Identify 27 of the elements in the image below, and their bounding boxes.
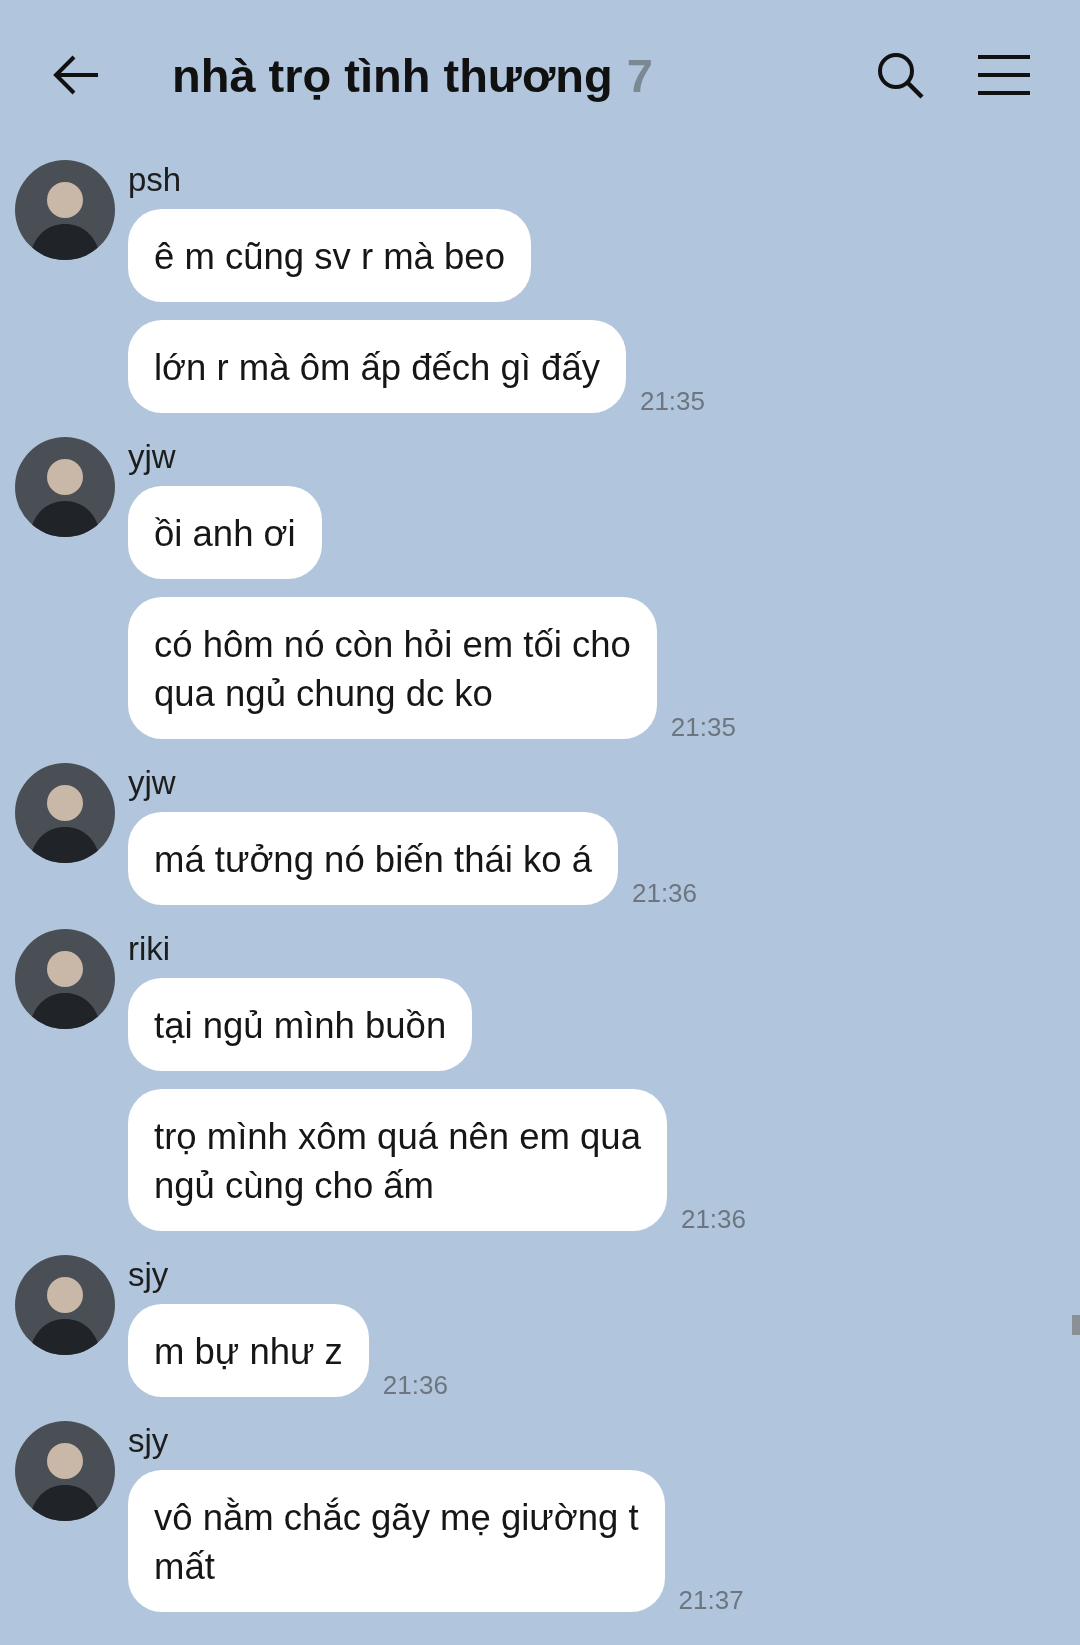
sender-name: psh — [128, 161, 183, 199]
timestamp: 21:35 — [639, 386, 705, 417]
menu-icon[interactable] — [978, 54, 1030, 96]
message-bubble: m bự như z — [128, 1304, 369, 1397]
message-bubble: má tưởng nó biến thái ko á — [128, 812, 618, 905]
member-count: 7 — [626, 47, 653, 103]
sender-name: sjy — [128, 1256, 170, 1294]
message-bubble: ồi anh ơi — [128, 486, 322, 579]
back-icon[interactable] — [52, 55, 100, 95]
timestamp: 21:37 — [678, 1585, 744, 1616]
message-bubble: lớn r mà ôm ấp đếch gì đấy — [128, 320, 626, 413]
timestamp: 21:36 — [631, 878, 698, 909]
timestamp: 21:35 — [670, 712, 736, 743]
timestamp: 21:36 — [680, 1204, 747, 1235]
timestamp: 21:36 — [382, 1370, 448, 1401]
sender-name: riki — [128, 930, 172, 968]
sender-name: sjy — [128, 1422, 170, 1460]
message-bubble: vô nằm chắc gãy mẹ giường t mất — [128, 1470, 665, 1612]
message-bubble: ê m cũng sv r mà beo — [128, 209, 531, 302]
search-icon[interactable] — [876, 51, 924, 99]
message-bubble: trọ mình xôm quá nên em qua ngủ cùng cho ấm — [128, 1089, 667, 1231]
chat-title: nhà trọ tình thương — [172, 47, 613, 103]
message-bubble: có hôm nó còn hỏi em tối cho qua ngủ chung dc ko — [128, 597, 657, 739]
sender-name: yjw — [128, 764, 177, 802]
message-bubble: tại ngủ mình buồn — [128, 978, 473, 1071]
scrollbar-thumb[interactable] — [1072, 1315, 1080, 1335]
sender-name: yjw — [128, 438, 177, 476]
